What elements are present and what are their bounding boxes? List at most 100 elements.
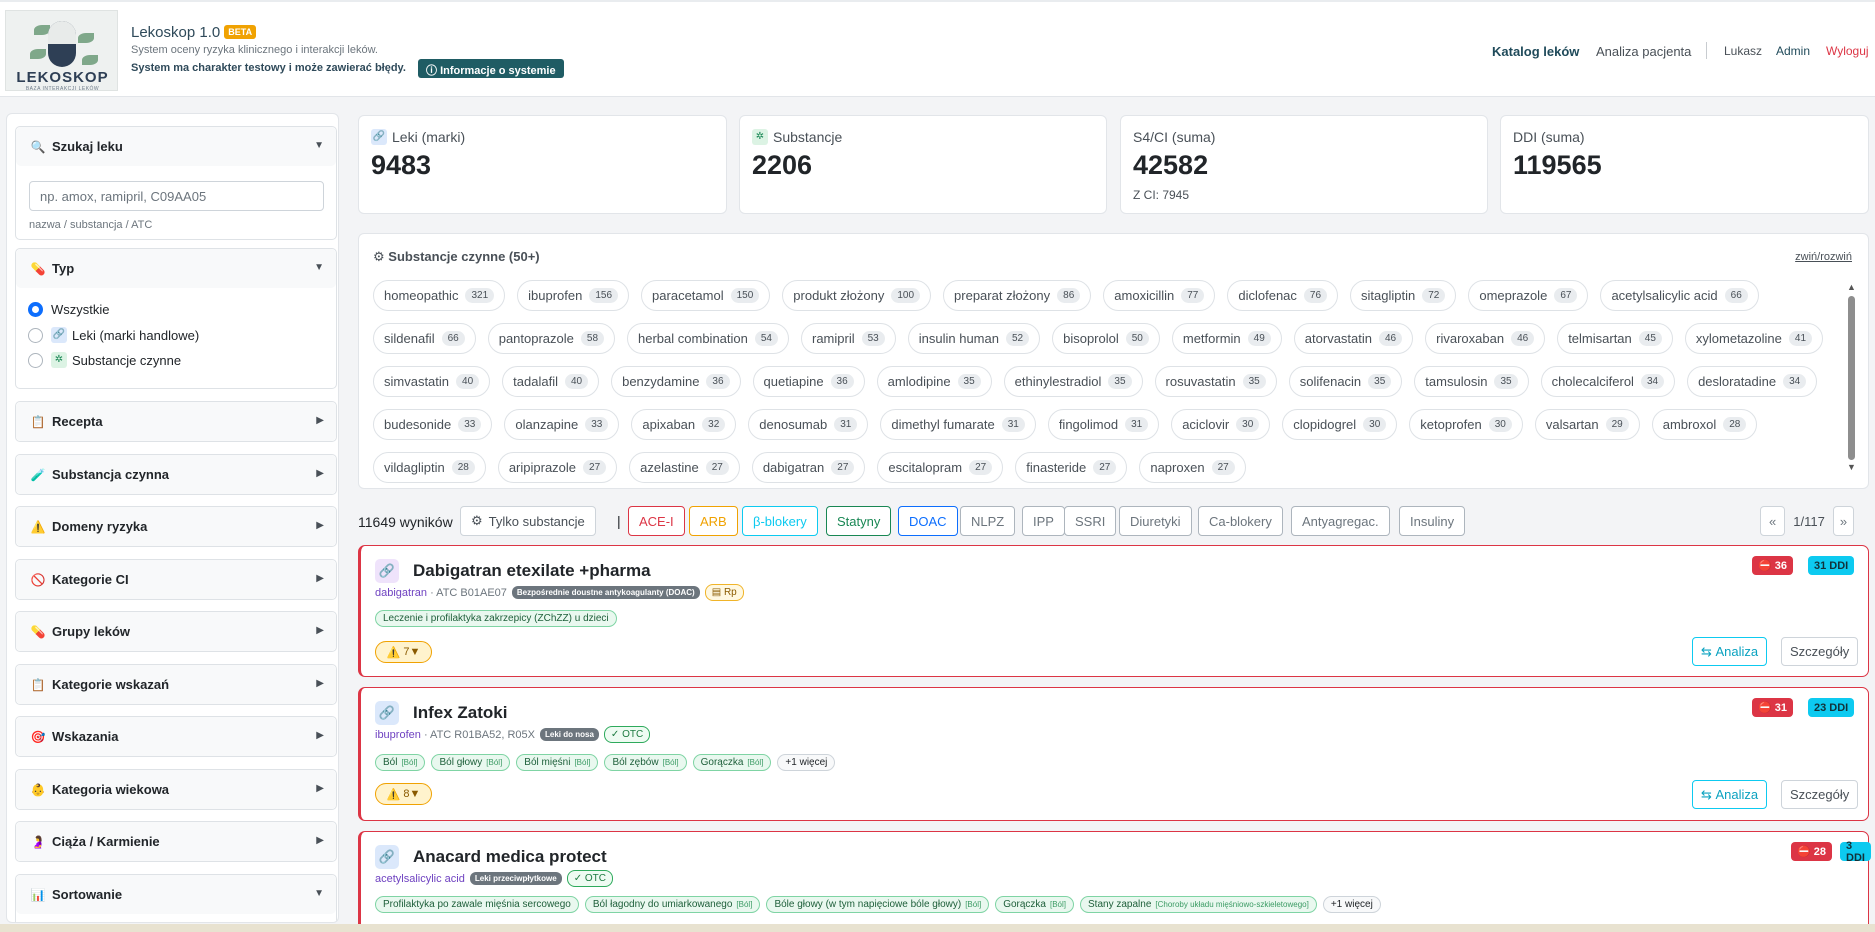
substance-chip[interactable]: diclofenac 76 bbox=[1227, 280, 1339, 311]
substance-chip[interactable]: preparat złożony 86 bbox=[943, 280, 1092, 311]
section-age-category[interactable]: 👶 Kategoria wiekowa ▶ bbox=[15, 769, 337, 810]
drug-group-filter-button[interactable]: Insuliny bbox=[1399, 506, 1466, 536]
type-panel-header[interactable]: 💊 Typ ▼ bbox=[16, 249, 336, 288]
substance-chip[interactable]: escitalopram 27 bbox=[877, 452, 1004, 483]
substance-chip[interactable]: tamsulosin 35 bbox=[1414, 366, 1529, 397]
substance-chip[interactable]: ambroxol 28 bbox=[1651, 409, 1758, 440]
substance-chip[interactable]: finasteride 27 bbox=[1015, 452, 1128, 483]
substance-chip[interactable]: ramipril 53 bbox=[801, 323, 896, 354]
only-substances-button[interactable]: ⚙ Tylko substancje bbox=[460, 506, 596, 536]
indication-chip[interactable]: Bóle głowy (w tym napięciowe bóle głowy)… bbox=[766, 896, 990, 913]
substance-chip[interactable]: azelastine 27 bbox=[629, 452, 740, 483]
drug-search-input[interactable] bbox=[29, 181, 324, 211]
substance-chip[interactable]: homeopathic 321 bbox=[373, 280, 506, 311]
substance-chip[interactable]: bisoprolol 50 bbox=[1052, 323, 1160, 354]
indication-chip[interactable]: Ból głowy [Ból] bbox=[431, 754, 511, 771]
section-ci-categories[interactable]: 🚫 Kategorie CI ▶ bbox=[15, 559, 337, 600]
warnings-toggle[interactable]: ⚠️ 8 ▼ bbox=[375, 783, 432, 805]
indication-chip[interactable]: Profilaktyka po zawale mięśnia sercowego bbox=[375, 896, 579, 913]
scroll-up-icon[interactable]: ▲ bbox=[1847, 282, 1856, 292]
drug-group-filter-button[interactable]: Ca-blokery bbox=[1198, 506, 1283, 536]
substance-chip[interactable]: tadalafil 40 bbox=[502, 366, 600, 397]
drug-group-filter-button[interactable]: ACE-I bbox=[628, 506, 685, 536]
substance-link[interactable]: dabigatran bbox=[375, 587, 427, 599]
nav-catalog[interactable]: Katalog leków bbox=[1492, 44, 1579, 59]
indication-chip[interactable]: Ból łagodny do umiarkowanego [Ból] bbox=[584, 896, 761, 913]
section-pregnancy[interactable]: 🤰 Ciąża / Karmienie ▶ bbox=[15, 821, 337, 862]
substance-chip[interactable]: insulin human 52 bbox=[907, 323, 1041, 354]
substance-chip[interactable]: pantoprazole 58 bbox=[487, 323, 616, 354]
substance-chip[interactable]: aciclovir 30 bbox=[1171, 409, 1271, 440]
substance-chip[interactable]: valsartan 29 bbox=[1534, 409, 1640, 440]
indication-chip[interactable]: Leczenie i profilaktyka zakrzepicy (ZChZ… bbox=[375, 610, 617, 627]
substance-chip[interactable]: rosuvastatin 35 bbox=[1154, 366, 1277, 397]
substance-chip[interactable]: xylometazoline 41 bbox=[1684, 323, 1824, 354]
details-button[interactable]: Szczegóły bbox=[1781, 780, 1859, 809]
drug-group-filter-button[interactable]: ARB bbox=[689, 506, 738, 536]
substance-chip[interactable]: fingolimod 31 bbox=[1047, 409, 1160, 440]
substance-chip[interactable]: benzydamine 36 bbox=[611, 366, 741, 397]
radio-button[interactable] bbox=[28, 301, 43, 317]
drug-card[interactable]: 🔗 Anacard medica protect acetylsalicylic… bbox=[358, 831, 1871, 931]
substance-chip[interactable]: sitagliptin 72 bbox=[1350, 280, 1457, 311]
substance-chip[interactable]: sildenafil 66 bbox=[373, 323, 476, 354]
indication-chip[interactable]: Ból mięśni [Ból] bbox=[516, 754, 599, 771]
warnings-toggle[interactable]: ⚠️ 7 ▼ bbox=[375, 641, 432, 663]
more-indications-chip[interactable]: +1 więcej bbox=[1322, 896, 1381, 913]
substance-chip[interactable]: amlodipine 35 bbox=[876, 366, 992, 397]
scrollbar[interactable]: ▲ ▼ bbox=[1846, 282, 1856, 472]
section-indication-categories[interactable]: 📋 Kategorie wskazań ▶ bbox=[15, 664, 337, 705]
substance-link[interactable]: ibuprofen bbox=[375, 729, 421, 741]
next-page-button[interactable]: » bbox=[1832, 506, 1855, 536]
section-indications[interactable]: 🎯 Wskazania ▶ bbox=[15, 716, 337, 757]
substance-chip[interactable]: acetylsalicylic acid 66 bbox=[1600, 280, 1759, 311]
substance-chip[interactable]: rivaroxaban 46 bbox=[1425, 323, 1546, 354]
nav-logout[interactable]: Wyloguj bbox=[1826, 44, 1869, 58]
details-button[interactable]: Szczegóły bbox=[1781, 637, 1859, 666]
indication-chip[interactable]: Stany zapalne [Choroby układu mięśniowo-s… bbox=[1080, 896, 1317, 913]
drug-card[interactable]: 🔗 Dabigatran etexilate +pharma dabigatra… bbox=[358, 545, 1869, 677]
drug-group-filter-button[interactable]: β-blokery bbox=[742, 506, 818, 536]
substance-chip[interactable]: clopidogrel 30 bbox=[1282, 409, 1398, 440]
section-active-substance[interactable]: 🧪 Substancja czynna ▶ bbox=[15, 454, 337, 495]
type-option-substances[interactable]: ✲ Substancje czynne bbox=[28, 350, 181, 370]
scroll-down-icon[interactable]: ▼ bbox=[1847, 462, 1856, 472]
substance-chip[interactable]: ketoprofen 30 bbox=[1409, 409, 1523, 440]
substance-chip[interactable]: simvastatin 40 bbox=[373, 366, 491, 397]
substance-chip[interactable]: vildagliptin 28 bbox=[373, 452, 486, 483]
nav-admin[interactable]: Admin bbox=[1776, 44, 1810, 58]
substance-chip[interactable]: amoxicillin 77 bbox=[1103, 280, 1216, 311]
nav-patient-analysis[interactable]: Analiza pacjenta bbox=[1596, 44, 1691, 59]
substance-chip[interactable]: aripiprazole 27 bbox=[497, 452, 618, 483]
scroll-thumb[interactable] bbox=[1848, 296, 1855, 460]
type-option-all[interactable]: Wszystkie bbox=[28, 299, 110, 319]
substance-chip[interactable]: cholecalciferol 34 bbox=[1540, 366, 1676, 397]
substance-chip[interactable]: denosumab 31 bbox=[748, 409, 869, 440]
section-prescription[interactable]: 📋 Recepta ▶ bbox=[15, 401, 337, 442]
more-indications-chip[interactable]: +1 więcej bbox=[777, 754, 836, 771]
substance-chip[interactable]: apixaban 32 bbox=[631, 409, 737, 440]
drug-group-filter-button[interactable]: Diuretyki bbox=[1119, 506, 1192, 536]
radio-button[interactable] bbox=[28, 352, 43, 368]
substance-link[interactable]: acetylsalicylic acid bbox=[375, 873, 465, 885]
substance-chip[interactable]: metformin 49 bbox=[1171, 323, 1282, 354]
analysis-button[interactable]: ⇆ Analiza bbox=[1692, 637, 1768, 666]
substance-chip[interactable]: solifenacin 35 bbox=[1288, 366, 1403, 397]
section-risk-domains[interactable]: ⚠️ Domeny ryzyka ▶ bbox=[15, 506, 337, 547]
substance-chip[interactable]: herbal combination 54 bbox=[627, 323, 789, 354]
indication-chip[interactable]: Gorączka [Ból] bbox=[692, 754, 772, 771]
app-logo[interactable]: LEKOSKOP BAZA INTERAKCJI LEKÓW bbox=[5, 10, 118, 92]
drug-group-filter-button[interactable]: Statyny bbox=[826, 506, 892, 536]
substance-chip[interactable]: dimethyl fumarate 31 bbox=[880, 409, 1036, 440]
system-info-button[interactable]: ⓘ Informacje o systemie bbox=[418, 59, 564, 78]
indication-chip[interactable]: Ból zębów [Ból] bbox=[604, 754, 687, 771]
indication-chip[interactable]: Ból [Ból] bbox=[375, 754, 426, 771]
substance-chip[interactable]: ibuprofen 156 bbox=[517, 280, 630, 311]
substance-chip[interactable]: budesonide 33 bbox=[373, 409, 493, 440]
substance-chip[interactable]: omeprazole 67 bbox=[1468, 280, 1589, 311]
nav-user[interactable]: Lukasz bbox=[1724, 44, 1762, 58]
drug-name[interactable]: Dabigatran etexilate +pharma bbox=[413, 561, 651, 581]
search-panel-header[interactable]: 🔍 Szukaj leku ▼ bbox=[16, 127, 336, 166]
substance-chip[interactable]: produkt złożony 100 bbox=[782, 280, 932, 311]
radio-button[interactable] bbox=[28, 327, 43, 343]
